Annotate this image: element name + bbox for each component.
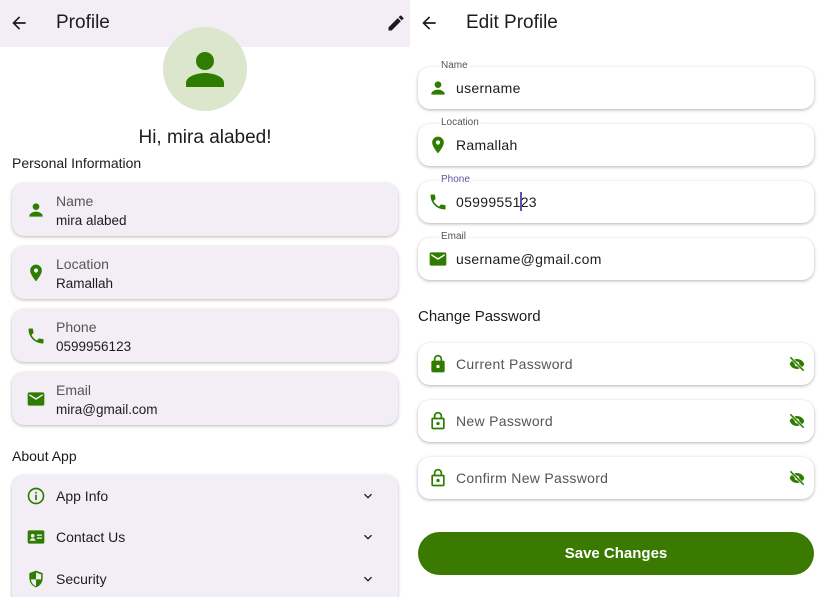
confirm-password-placeholder[interactable]: Confirm New Password — [456, 470, 608, 486]
person-icon — [29, 203, 43, 217]
location-label: Location — [56, 256, 109, 272]
email-label: Email — [56, 382, 92, 398]
email-field-label: Email — [439, 231, 469, 242]
greeting-text: Hi, mira alabed! — [138, 127, 272, 148]
about-item-contact-us[interactable]: Contact Us — [12, 516, 398, 558]
phone-icon — [430, 194, 446, 210]
change-password-heading: Change Password — [418, 308, 541, 325]
text-cursor — [520, 192, 522, 211]
lock-open-outline-icon — [431, 411, 445, 430]
edit-profile-screen: Edit Profile username Name Ramallah Loca… — [410, 0, 822, 597]
current-password-placeholder[interactable]: Current Password — [456, 356, 573, 372]
email-icon — [27, 392, 45, 406]
security-label: Security — [56, 571, 107, 587]
page-title: Profile — [56, 12, 110, 33]
location-value: Ramallah — [56, 276, 114, 291]
personal-info-heading: Personal Information — [12, 155, 142, 171]
edit-pencil-icon[interactable] — [386, 13, 406, 33]
contact-card-icon — [27, 530, 45, 544]
email-icon — [429, 252, 447, 266]
lock-filled-icon — [431, 354, 445, 373]
phone-field-label: Phone — [439, 174, 472, 185]
confirm-password-field[interactable]: Confirm New Password — [418, 457, 814, 499]
page-title: Edit Profile — [466, 12, 558, 33]
phone-input-value[interactable]: 0599955123 — [456, 194, 537, 210]
name-label: Name — [56, 193, 94, 209]
name-value: mira alabed — [56, 213, 127, 228]
email-input-value[interactable]: username@gmail.com — [456, 251, 602, 267]
location-input-value[interactable]: Ramallah — [456, 137, 518, 153]
contact-us-label: Contact Us — [56, 529, 126, 545]
person-avatar-icon — [186, 52, 224, 87]
about-app-list: App Info Contact Us Security — [12, 475, 398, 597]
phone-icon — [28, 328, 44, 344]
phone-label: Phone — [56, 319, 97, 335]
name-field-label: Name — [439, 60, 470, 71]
back-arrow-icon[interactable] — [9, 13, 29, 33]
current-password-field[interactable]: Current Password — [418, 343, 814, 385]
name-input-value[interactable]: username — [456, 80, 521, 96]
shield-icon — [29, 570, 43, 588]
about-item-app-info[interactable]: App Info — [12, 475, 398, 517]
edit-profile-app-bar: Edit Profile — [410, 0, 822, 47]
location-pin-icon — [432, 136, 444, 154]
save-changes-button[interactable]: Save Changes — [418, 532, 814, 575]
location-field-label: Location — [439, 117, 481, 128]
name-field[interactable]: username — [418, 67, 814, 109]
location-field[interactable]: Ramallah — [418, 124, 814, 166]
email-field[interactable]: username@gmail.com — [418, 238, 814, 280]
visibility-off-icon[interactable] — [787, 354, 807, 374]
visibility-off-icon[interactable] — [787, 468, 807, 488]
about-app-heading: About App — [12, 448, 77, 464]
app-info-label: App Info — [56, 488, 109, 504]
back-arrow-icon[interactable] — [419, 13, 439, 33]
new-password-field[interactable]: New Password — [418, 400, 814, 442]
phone-field[interactable]: 0599955123 — [418, 181, 814, 223]
email-card: Email mira@gmail.com — [12, 372, 398, 425]
person-icon — [431, 81, 445, 95]
new-password-placeholder[interactable]: New Password — [456, 413, 553, 429]
chevron-down-icon — [364, 576, 372, 582]
email-value: mira@gmail.com — [56, 402, 158, 417]
about-item-security[interactable]: Security — [12, 558, 398, 597]
location-card: Location Ramallah — [12, 246, 398, 299]
chevron-down-icon — [364, 534, 372, 540]
location-pin-icon — [30, 264, 42, 282]
info-icon — [27, 487, 45, 505]
avatar — [163, 27, 247, 111]
phone-card: Phone 0599956123 — [12, 309, 398, 362]
visibility-off-icon[interactable] — [787, 411, 807, 431]
lock-open-outline-icon — [431, 468, 445, 487]
chevron-down-icon — [364, 493, 372, 499]
profile-screen: Profile Hi, mira alabed! Personal Inform… — [0, 0, 410, 597]
name-card: Name mira alabed — [12, 183, 398, 236]
phone-value: 0599956123 — [56, 339, 132, 354]
